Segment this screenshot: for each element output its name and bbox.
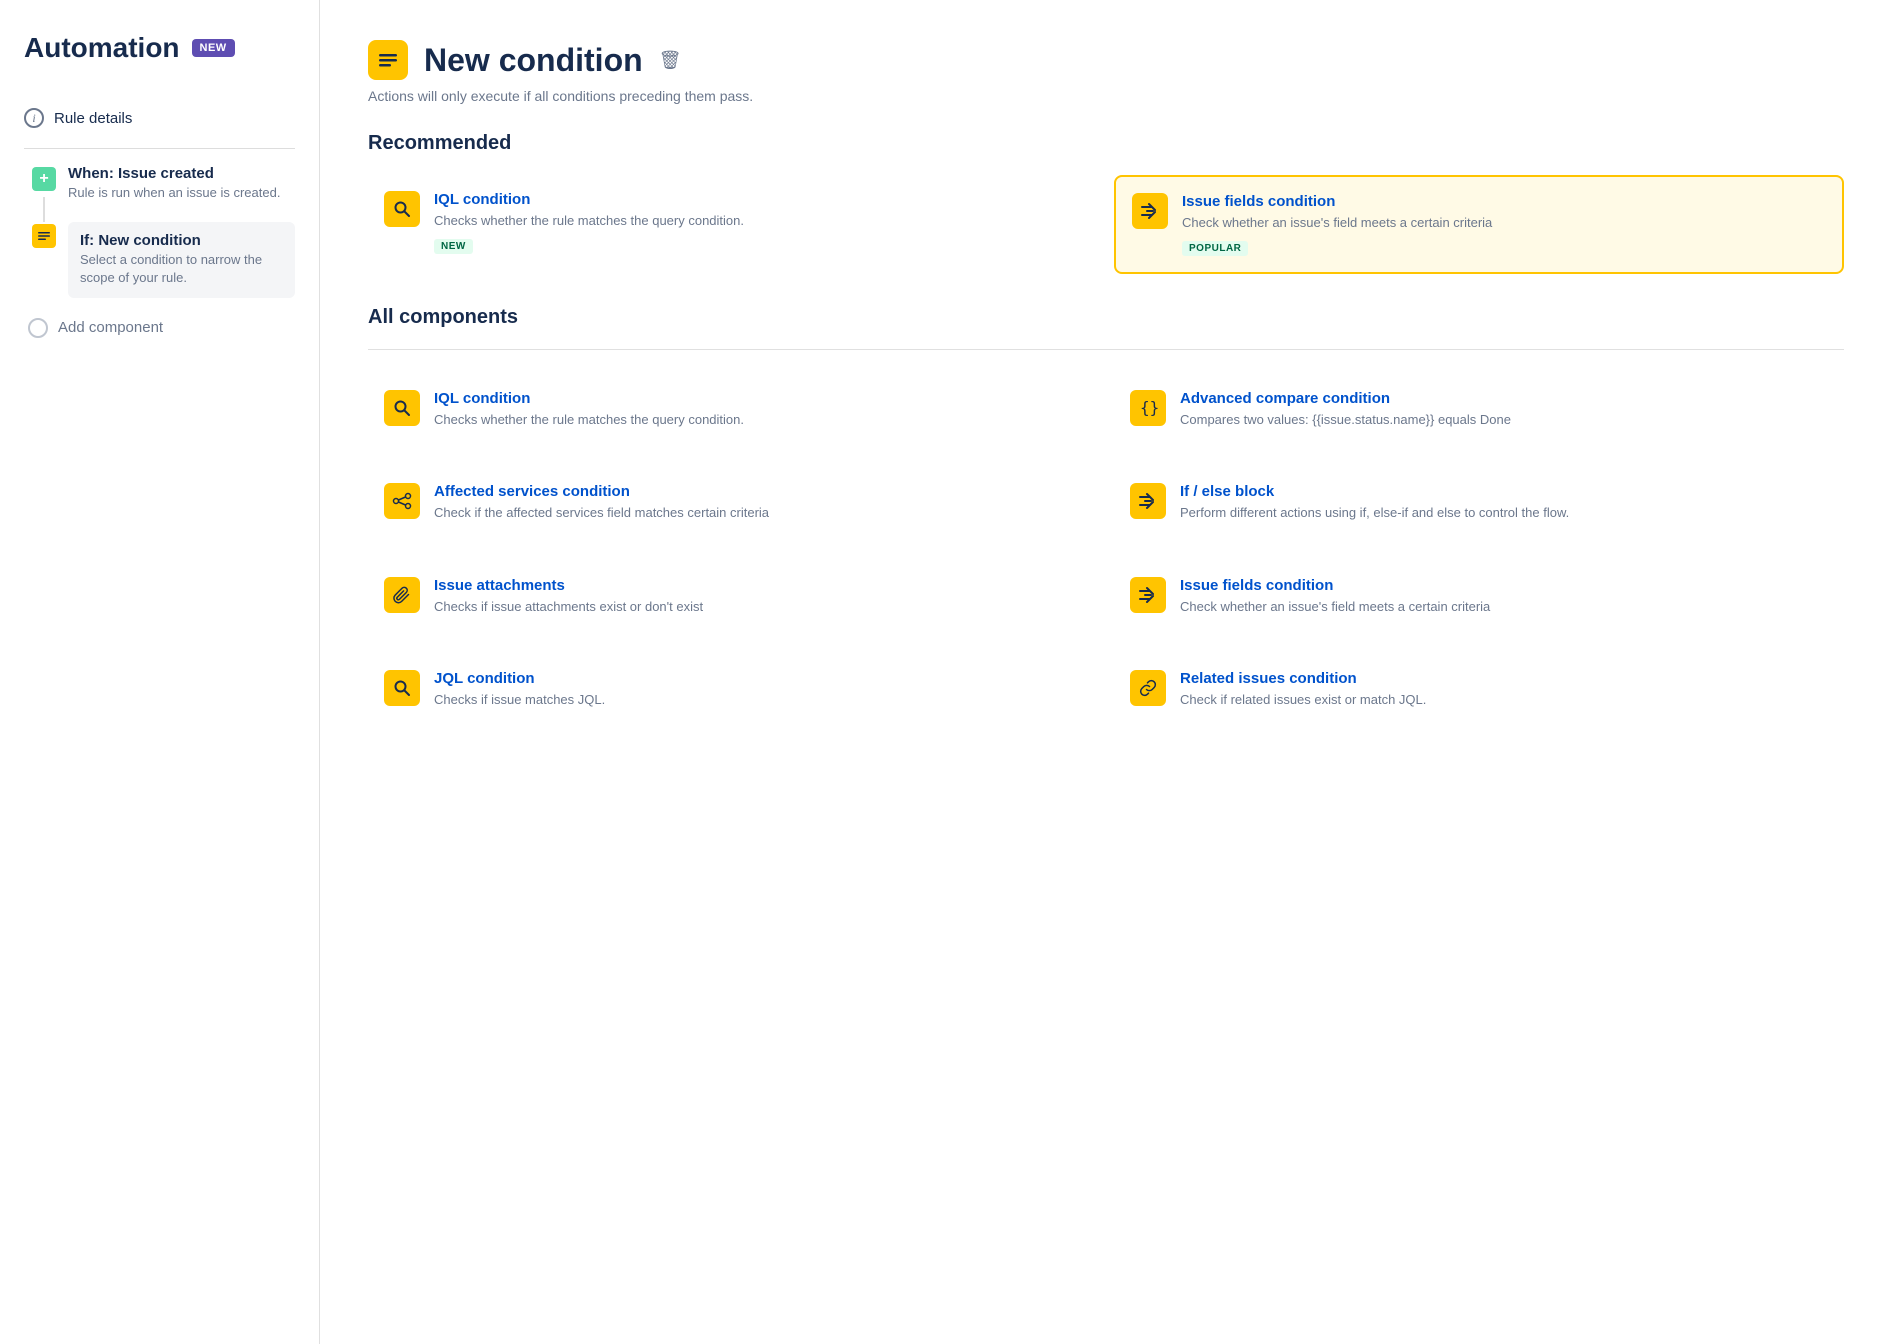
main-content: New condition 🗑 Actions will only execut…	[320, 0, 1892, 1344]
new-badge-item: NEW	[434, 239, 473, 254]
recommended-grid: IQL condition Checks whether the rule ma…	[368, 175, 1844, 274]
card-icon-jql-condition	[384, 670, 420, 706]
card-desc-advanced-compare-condition: Compares two values: {{issue.status.name…	[1180, 411, 1828, 429]
card-icon-issue-attachments	[384, 577, 420, 613]
card-title-related-issues-condition: Related issues condition	[1180, 670, 1828, 687]
card-icon-advanced-compare-condition: {}	[1130, 390, 1166, 426]
card-body-issue-fields-condition-all: Issue fields condition Check whether an …	[1180, 577, 1828, 622]
card-body-issue-attachments: Issue attachments Checks if issue attach…	[434, 577, 1082, 622]
svg-text:{}: {}	[1140, 398, 1158, 417]
card-desc-related-issues-condition: Check if related issues exist or match J…	[1180, 691, 1828, 709]
page-header: New condition 🗑	[368, 40, 1844, 80]
all-components-grid: IQL condition Checks whether the rule ma…	[368, 374, 1844, 731]
popular-badge: POPULAR	[1182, 241, 1248, 256]
card-body-issue-fields-condition-rec: Issue fields condition Check whether an …	[1182, 193, 1826, 256]
card-body-jql-condition: JQL condition Checks if issue matches JQ…	[434, 670, 1082, 715]
component-card-issue-fields-condition-rec[interactable]: Issue fields condition Check whether an …	[1114, 175, 1844, 274]
card-desc-if-else-block: Perform different actions using if, else…	[1180, 504, 1828, 522]
card-icon-issue-fields-condition-rec	[1132, 193, 1168, 229]
card-desc-issue-fields-condition-rec: Check whether an issue's field meets a c…	[1182, 214, 1826, 232]
component-card-jql-condition[interactable]: JQL condition Checks if issue matches JQ…	[368, 654, 1098, 731]
app-title: Automation	[24, 32, 180, 64]
card-title-advanced-compare-condition: Advanced compare condition	[1180, 390, 1828, 407]
trigger-content: When: Issue created Rule is run when an …	[68, 165, 295, 202]
header-condition-icon	[368, 40, 408, 80]
card-icon-iql-condition-all	[384, 390, 420, 426]
card-title-affected-services-condition: Affected services condition	[434, 483, 1082, 500]
card-icon-related-issues-condition	[1130, 670, 1166, 706]
condition-desc: Select a condition to narrow the scope o…	[80, 251, 283, 287]
card-body-if-else-block: If / else block Perform different action…	[1180, 483, 1828, 528]
card-title-jql-condition: JQL condition	[434, 670, 1082, 687]
add-circle-icon	[28, 318, 48, 338]
component-card-issue-attachments[interactable]: Issue attachments Checks if issue attach…	[368, 561, 1098, 638]
trash-icon[interactable]: 🗑	[659, 50, 682, 71]
add-component-label: Add component	[58, 319, 163, 336]
add-component-row[interactable]: Add component	[24, 318, 295, 338]
card-icon-iql-condition-rec	[384, 191, 420, 227]
card-desc-issue-attachments: Checks if issue attachments exist or don…	[434, 598, 1082, 616]
condition-block: If: New condition Select a condition to …	[68, 222, 295, 297]
component-card-affected-services-condition[interactable]: Affected services condition Check if the…	[368, 467, 1098, 544]
card-icon-issue-fields-condition-all	[1130, 577, 1166, 613]
card-body-iql-condition-all: IQL condition Checks whether the rule ma…	[434, 390, 1082, 435]
card-title-iql-condition-all: IQL condition	[434, 390, 1082, 407]
card-body-related-issues-condition: Related issues condition Check if relate…	[1180, 670, 1828, 715]
card-body-advanced-compare-condition: Advanced compare condition Compares two …	[1180, 390, 1828, 435]
card-icon-affected-services-condition	[384, 483, 420, 519]
rule-details-label: Rule details	[54, 110, 132, 127]
sidebar: Automation NEW i Rule details + When: Is…	[0, 0, 320, 1344]
condition-timeline-icon	[32, 224, 56, 248]
trigger-label: When: Issue created	[68, 165, 295, 182]
component-card-iql-condition-all[interactable]: IQL condition Checks whether the rule ma…	[368, 374, 1098, 451]
card-title-issue-fields-condition-rec: Issue fields condition	[1182, 193, 1826, 210]
page-subtitle: Actions will only execute if all conditi…	[368, 88, 1844, 104]
trigger-icon: +	[32, 167, 56, 191]
card-title-issue-attachments: Issue attachments	[434, 577, 1082, 594]
component-card-related-issues-condition[interactable]: Related issues condition Check if relate…	[1114, 654, 1844, 731]
card-body-affected-services-condition: Affected services condition Check if the…	[434, 483, 1082, 528]
card-desc-issue-fields-condition-all: Check whether an issue's field meets a c…	[1180, 598, 1828, 616]
sidebar-divider	[24, 148, 295, 149]
all-components-section-title: All components	[368, 306, 1844, 329]
sidebar-header: Automation NEW	[24, 32, 295, 64]
card-desc-affected-services-condition: Check if the affected services field mat…	[434, 504, 1082, 522]
trigger-item[interactable]: + When: Issue created Rule is run when a…	[32, 165, 295, 202]
component-card-if-else-block[interactable]: If / else block Perform different action…	[1114, 467, 1844, 544]
condition-label: If: New condition	[80, 232, 283, 249]
component-card-advanced-compare-condition[interactable]: {} Advanced compare condition Compares t…	[1114, 374, 1844, 451]
card-title-if-else-block: If / else block	[1180, 483, 1828, 500]
card-title-iql-condition-rec: IQL condition	[434, 191, 1082, 208]
all-components-divider	[368, 349, 1844, 350]
page-title: New condition	[424, 42, 643, 79]
info-icon: i	[24, 108, 44, 128]
trigger-desc: Rule is run when an issue is created.	[68, 184, 295, 202]
component-card-iql-condition-rec[interactable]: IQL condition Checks whether the rule ma…	[368, 175, 1098, 274]
card-desc-iql-condition-rec: Checks whether the rule matches the quer…	[434, 212, 1082, 230]
recommended-section-title: Recommended	[368, 132, 1844, 155]
timeline: + When: Issue created Rule is run when a…	[24, 165, 295, 298]
card-icon-if-else-block	[1130, 483, 1166, 519]
card-desc-jql-condition: Checks if issue matches JQL.	[434, 691, 1082, 709]
new-badge: NEW	[192, 39, 235, 57]
card-body-iql-condition-rec: IQL condition Checks whether the rule ma…	[434, 191, 1082, 254]
component-card-issue-fields-condition-all[interactable]: Issue fields condition Check whether an …	[1114, 561, 1844, 638]
rule-details-row[interactable]: i Rule details	[24, 96, 295, 140]
condition-content: If: New condition Select a condition to …	[68, 222, 295, 297]
card-title-issue-fields-condition-all: Issue fields condition	[1180, 577, 1828, 594]
card-desc-iql-condition-all: Checks whether the rule matches the quer…	[434, 411, 1082, 429]
condition-item[interactable]: If: New condition Select a condition to …	[32, 222, 295, 297]
